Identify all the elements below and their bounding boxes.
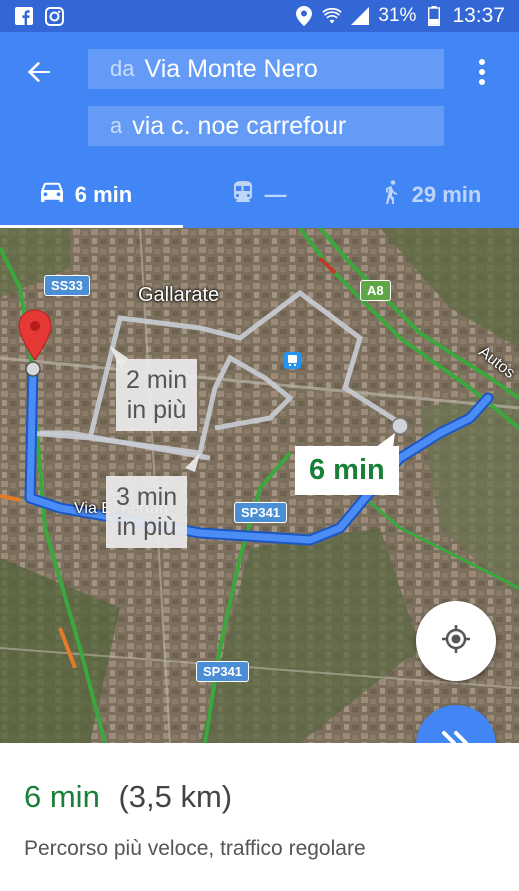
walk-icon	[384, 180, 400, 210]
station-icon	[284, 352, 301, 369]
directions-header: da Via Monte Nero a via c. noe carrefour…	[0, 32, 519, 229]
city-label: Gallarate	[138, 284, 220, 306]
destination-field[interactable]: a via c. noe carrefour	[88, 106, 444, 146]
transit-time: —	[264, 182, 287, 207]
route-description: Percorso più veloce, traffico regolare	[24, 837, 366, 860]
tab-transit[interactable]: —	[173, 162, 346, 228]
route-summary-sheet[interactable]: 6 min (3,5 km) Percorso più veloce, traf…	[0, 743, 519, 891]
status-bar: 31% 13:37	[0, 0, 519, 32]
origin-field[interactable]: da Via Monte Nero	[88, 49, 444, 89]
road-shield-sp341-south: SP341	[196, 661, 250, 682]
battery-percent: 31%	[378, 5, 417, 26]
driving-time: 6 min	[74, 182, 133, 207]
train-icon	[233, 181, 253, 209]
battery-icon	[424, 6, 444, 26]
clock: 13:37	[452, 4, 505, 27]
route-summary-title: 6 min (3,5 km)	[24, 779, 232, 815]
location-pin-icon	[294, 6, 314, 26]
destination-value: via c. noe carrefour	[132, 111, 347, 140]
facebook-icon	[14, 6, 34, 26]
route-distance: (3,5 km)	[118, 779, 233, 814]
wifi-icon	[322, 6, 343, 26]
origin-value: Via Monte Nero	[144, 54, 318, 83]
road-shield-sp341-north: SP341	[234, 502, 288, 523]
more-options-icon[interactable]	[468, 54, 496, 90]
signal-icon	[350, 6, 370, 26]
car-icon	[40, 182, 63, 208]
tab-driving[interactable]: 6 min	[0, 162, 173, 228]
origin-prefix: da	[110, 56, 135, 81]
road-shield-ss33: SS33	[44, 275, 90, 296]
main-route-bubble[interactable]: 6 min	[295, 446, 399, 495]
destination-prefix: a	[110, 113, 123, 138]
instagram-icon	[44, 6, 64, 26]
alt-route-bubble-2[interactable]: 3 min in più	[106, 476, 188, 548]
road-shield-a8: A8	[360, 280, 391, 301]
route-time: 6 min	[24, 779, 100, 814]
alt-route-bubble-1[interactable]: 2 min in più	[116, 359, 198, 431]
my-location-button[interactable]	[416, 601, 496, 681]
walking-time: 29 min	[411, 182, 482, 207]
back-arrow-icon[interactable]	[22, 54, 58, 90]
tab-walking[interactable]: 29 min	[346, 162, 519, 228]
crosshair-icon	[441, 624, 471, 659]
travel-mode-tabs: 6 min — 29 min	[0, 162, 519, 228]
